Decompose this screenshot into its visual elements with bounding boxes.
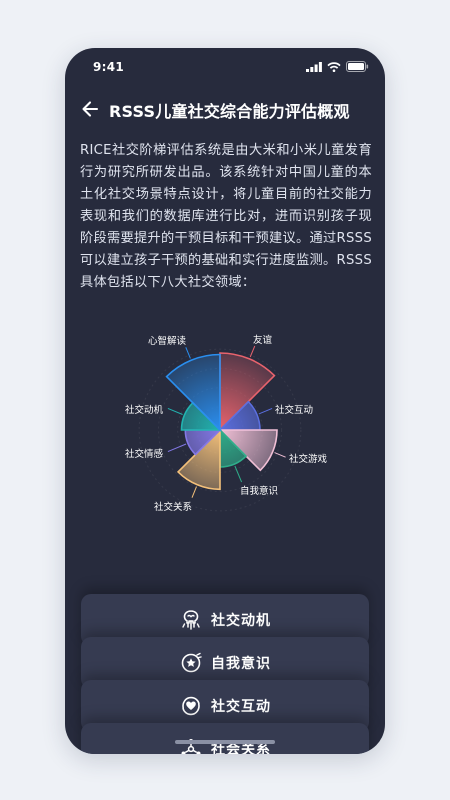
card-label: 社交互动 <box>211 699 271 715</box>
label-leader-line <box>167 407 183 415</box>
label-leader-line <box>258 407 273 415</box>
home-indicator[interactable] <box>175 740 275 744</box>
back-arrow-icon <box>82 101 99 117</box>
rose-chart: 友谊社交互动社交游戏自我意识社交关系 社交情感 社交动机 心智解读 <box>89 324 361 566</box>
chart-category-label: 社交互动 <box>275 405 314 416</box>
top-bar: RSSS儿童社交综合能力评估概观 <box>65 94 385 124</box>
battery-icon <box>346 61 369 72</box>
chart-category-label: 社交情感 <box>125 449 164 460</box>
chart-category-label: 社交游戏 <box>289 454 328 465</box>
label-leader-line <box>234 465 243 483</box>
label-leader-line <box>191 486 197 498</box>
card-label: 社交动机 <box>211 613 271 629</box>
chart-category-label: 自我意识 <box>240 486 279 497</box>
chart-category-label: 社交关系 <box>154 502 193 513</box>
label-leader-line <box>249 345 256 358</box>
wifi-icon <box>327 61 341 72</box>
intro-paragraph: RICE社交阶梯评估系统是由大米和小米儿童发育行为研究所研发出品。该系统针对中国… <box>80 143 372 290</box>
chart-category-label: 友谊 <box>253 335 273 346</box>
page-title: RSSS儿童社交综合能力评估概观 <box>109 102 350 121</box>
back-button[interactable] <box>77 96 103 122</box>
rose-chart-svg <box>138 345 302 512</box>
card-social-relations[interactable]: 社会关系 <box>81 723 369 754</box>
status-bar: 9:41 <box>65 48 385 86</box>
brain-icon <box>182 610 200 630</box>
signal-icon <box>306 61 322 72</box>
card-label: 自我意识 <box>211 656 271 672</box>
chart-category-label: 社交动机 <box>125 405 164 416</box>
star-face-icon <box>181 652 202 673</box>
status-time: 9:41 <box>93 60 125 74</box>
chart-category-label: 心智解读 <box>148 336 187 347</box>
phone-screen: 9:41 RSSS儿童社交综合能力评估概观 RICE社交阶梯评估系统是由大米和小… <box>65 48 385 754</box>
status-icons <box>306 61 369 72</box>
heart-hands-icon <box>182 696 200 716</box>
